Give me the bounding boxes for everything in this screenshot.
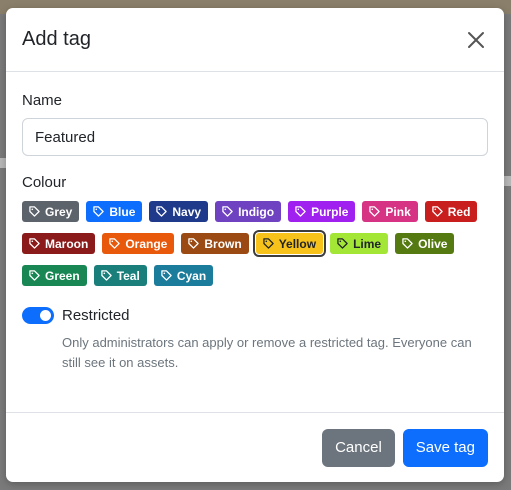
colour-option-label: Olive [418,236,448,251]
dialog-body: Name Colour Grey Blue Navy Indigo Purple Pink… [6,72,504,412]
colour-option-label: Green [45,268,80,283]
tag-icon [402,238,413,249]
colour-option-indigo[interactable]: Indigo [215,201,282,222]
restricted-toggle[interactable] [22,307,54,324]
colour-option-label: Pink [385,204,411,219]
tag-icon [369,206,381,217]
name-label: Name [22,92,63,109]
restricted-label: Restricted [62,307,130,324]
colour-option-blue[interactable]: Blue [86,201,143,222]
restricted-row: Restricted [22,307,488,324]
restricted-help-text: Only administrators can apply or remove … [62,335,472,370]
colour-picker: Grey Blue Navy Indigo Purple Pink Red Maroon Ora… [22,201,492,297]
colour-option-teal[interactable]: Teal [93,265,147,286]
colour-label: Colour [22,174,67,191]
tag-icon [222,206,233,217]
tag-icon [93,206,105,217]
tag-icon [432,206,443,217]
colour-option-maroon[interactable]: Maroon [22,233,96,254]
colour-option-label: Red [447,204,471,219]
colour-option-red[interactable]: Red [424,201,478,222]
colour-option-lime[interactable]: Lime [330,233,389,254]
tag-icon [29,270,40,281]
colour-option-navy[interactable]: Navy [149,201,209,222]
tag-icon [100,270,112,281]
colour-option-yellow[interactable]: Yellow [252,230,327,257]
name-input[interactable] [22,118,488,156]
colour-option-purple[interactable]: Purple [288,201,356,222]
tag-icon [188,238,200,249]
tag-icon [29,206,40,217]
colour-option-grey[interactable]: Grey [22,201,80,222]
add-tag-dialog: Add tag Name Colour Grey Blue Navy Indigo Pu… [6,8,504,482]
colour-option-label: Indigo [238,204,275,219]
colour-option-label: Maroon [45,236,89,251]
colour-option-label: Orange [125,236,168,251]
dialog-footer: Cancel Save tag [6,412,504,482]
tag-icon [156,206,168,217]
tag-icon [29,238,40,249]
save-tag-button[interactable]: Save tag [402,428,488,467]
tag-icon [161,270,172,281]
colour-option-olive[interactable]: Olive [395,233,455,254]
tag-icon [262,238,274,249]
colour-option-label: Lime [353,236,382,251]
tag-icon [337,238,348,249]
close-button[interactable] [464,28,488,52]
cancel-button[interactable]: Cancel [322,428,395,467]
colour-option-label: Yellow [278,236,317,251]
colour-option-brown[interactable]: Brown [181,233,249,254]
tag-icon [109,238,121,249]
colour-option-label: Purple [311,204,349,219]
tag-icon [295,206,306,217]
colour-option-label: Teal [116,268,140,283]
colour-option-orange[interactable]: Orange [102,233,175,254]
colour-option-green[interactable]: Green [22,265,87,286]
colour-option-label: Cyan [176,268,207,283]
colour-option-pink[interactable]: Pink [362,201,418,222]
dialog-title: Add tag [22,28,91,50]
colour-option-label: Navy [172,204,202,219]
colour-option-label: Brown [204,236,242,251]
colour-option-cyan[interactable]: Cyan [153,265,214,286]
close-icon [468,31,484,48]
colour-option-label: Blue [109,204,136,219]
dialog-header: Add tag [6,8,504,72]
colour-option-label: Grey [45,204,73,219]
